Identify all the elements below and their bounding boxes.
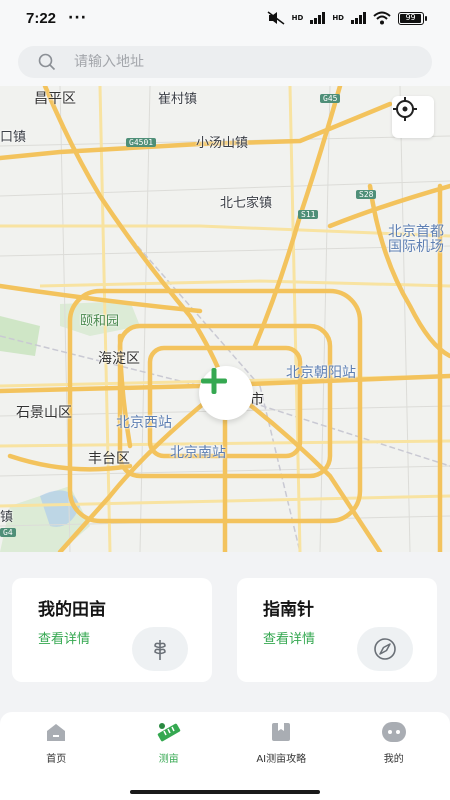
- tab-home[interactable]: 首页: [0, 712, 113, 782]
- home-indicator[interactable]: [130, 790, 320, 794]
- signal-icon: [310, 12, 326, 24]
- map-label-changping: 昌平区: [34, 91, 76, 107]
- plus-icon: [201, 368, 227, 394]
- status-bar: 7:22 ··· HD HD 99: [0, 0, 450, 36]
- view-details-link[interactable]: 查看详情: [38, 628, 90, 647]
- map-label-beiqijia: 北七家镇: [220, 196, 273, 211]
- add-plot-button[interactable]: [199, 366, 253, 420]
- bottom-tab-bar: 首页 测亩 AI测亩攻略 我的: [0, 712, 450, 782]
- tab-label: AI测亩攻略: [256, 754, 307, 765]
- card-title: 指南针: [263, 600, 314, 620]
- network-type-1: HD: [291, 14, 304, 22]
- map-label-cuicun: 崔村镇: [158, 92, 198, 107]
- road-shield-s11: S11: [298, 210, 319, 219]
- measure-icon: [156, 720, 182, 744]
- map-label-yiheyuan: 颐和园: [80, 314, 120, 329]
- road-shield-g4501: G4501: [126, 138, 157, 147]
- guide-icon: [268, 720, 294, 744]
- map-view[interactable]: 昌平区 崔村镇 G45 口镇 G4501 小汤山镇 S28 北七家镇 S11 北…: [0, 86, 450, 552]
- map-label-chaoyang-station: 北京朝阳站: [286, 365, 356, 381]
- card-title: 我的田亩: [38, 600, 106, 620]
- profile-icon: [381, 720, 407, 744]
- search-icon: [38, 53, 56, 71]
- view-details-link[interactable]: 查看详情: [263, 628, 315, 647]
- feature-cards: 我的田亩 查看详情 指南针 查看详情: [0, 552, 450, 712]
- search-bar-area: [0, 36, 450, 86]
- map-label-beijing-south: 北京南站: [170, 445, 226, 461]
- map-roads: [0, 86, 450, 552]
- road-shield-g45: G45: [320, 94, 341, 103]
- more-notifications-icon: ···: [68, 10, 87, 26]
- signal-icon-2: [351, 12, 366, 24]
- search-input[interactable]: [74, 54, 374, 70]
- my-fields-card[interactable]: 我的田亩 查看详情: [12, 578, 212, 682]
- tab-label: 首页: [46, 754, 67, 765]
- map-label-zhen: 镇: [0, 510, 14, 525]
- map-label-beijing-west: 北京西站: [116, 415, 172, 431]
- tab-ai-guide[interactable]: AI测亩攻略: [225, 712, 338, 782]
- map-label-shijingshan: 石景山区: [16, 405, 72, 421]
- wifi-icon: [373, 11, 391, 25]
- tab-profile[interactable]: 我的: [338, 712, 450, 782]
- road-shield-s28: S28: [356, 190, 377, 199]
- map-label-xiaotangshan: 小汤山镇: [196, 136, 249, 151]
- map-label-haidian: 海淀区: [98, 351, 140, 367]
- tab-label: 我的: [383, 754, 404, 765]
- tab-label: 测亩: [158, 754, 179, 765]
- crosshair-icon: [393, 97, 417, 121]
- tab-measure[interactable]: 测亩: [113, 712, 226, 782]
- compass-card[interactable]: 指南针 查看详情: [237, 578, 437, 682]
- map-label-fengtai: 丰台区: [88, 451, 130, 467]
- map-label-airport-2: 国际机场: [388, 239, 444, 255]
- gesture-bar: [0, 782, 450, 800]
- status-time: 7:22: [26, 9, 57, 27]
- locate-button[interactable]: [392, 96, 434, 138]
- compass-icon: [357, 627, 413, 671]
- wheat-icon: [132, 627, 188, 671]
- map-label-kou: 口镇: [0, 130, 27, 145]
- road-shield-g4: G4: [0, 528, 16, 537]
- network-type-2: HD: [332, 14, 344, 22]
- battery-icon: 99: [398, 11, 427, 25]
- search-box[interactable]: [18, 46, 432, 78]
- home-icon: [43, 720, 69, 744]
- mute-icon: [267, 11, 285, 25]
